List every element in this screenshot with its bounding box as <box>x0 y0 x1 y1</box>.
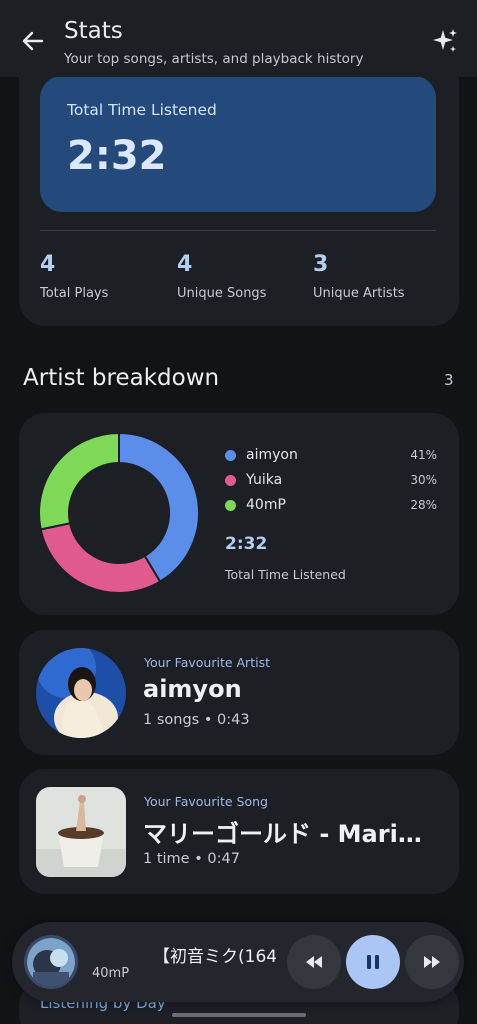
total-time-hero: Total Time Listened 2:32 <box>40 76 436 212</box>
app-bar: Stats Your top songs, artists, and playb… <box>0 0 477 77</box>
player-album-art <box>24 935 78 989</box>
total-time-label: Total Time Listened <box>67 101 217 119</box>
page-subtitle: Your top songs, artists, and playback hi… <box>64 51 364 67</box>
favourite-song-title: マリーゴールド - Marigold <box>143 820 435 848</box>
donut-slice-yuika <box>39 522 162 593</box>
favourite-artist-label: Your Favourite Artist <box>144 655 270 670</box>
favourite-song-label: Your Favourite Song <box>144 794 268 809</box>
page-title: Stats <box>64 18 123 44</box>
back-button[interactable] <box>18 26 48 56</box>
breakdown-total-label: Total Time Listened <box>225 567 346 582</box>
favourite-song-meta: 1 time • 0:47 <box>143 851 240 867</box>
fast-forward-icon <box>424 956 440 968</box>
breakdown-total-value: 2:32 <box>225 534 268 554</box>
artist-avatar <box>36 648 126 738</box>
favourite-song-card[interactable]: Your Favourite Song マリーゴールド - Marigold 1… <box>19 769 459 894</box>
mini-player[interactable]: 【初音ミク(1640 40mP <box>12 922 464 1002</box>
song-cover-art <box>36 787 126 877</box>
stat-label: Unique Artists <box>313 286 405 301</box>
home-indicator[interactable] <box>172 1013 306 1017</box>
legend-name: aimyon <box>246 447 298 463</box>
stat-total-plays: 4 Total Plays <box>40 252 108 301</box>
stat-value: 4 <box>40 252 56 277</box>
legend-percent: 30% <box>410 473 437 487</box>
player-track-title: 【初音ミク(1640 <box>153 947 276 967</box>
artist-count: 3 <box>444 371 454 389</box>
fast-forward-button[interactable] <box>405 935 459 989</box>
legend-percent: 41% <box>410 448 437 462</box>
pause-button[interactable] <box>346 935 400 989</box>
section-title-artist-breakdown: Artist breakdown <box>23 365 220 391</box>
donut-chart <box>39 433 199 593</box>
favourite-artist-meta: 1 songs • 0:43 <box>143 712 250 728</box>
stat-value: 4 <box>177 252 193 277</box>
stat-unique-artists: 3 Unique Artists <box>313 252 405 301</box>
sparkles-icon <box>433 29 457 52</box>
total-time-value: 2:32 <box>67 133 167 179</box>
legend-swatch <box>225 450 236 461</box>
legend-item: 40mP 28% <box>225 497 437 515</box>
arrow-left-icon <box>22 31 44 51</box>
favourite-artist-card[interactable]: Your Favourite Artist aimyon 1 songs • 0… <box>19 630 459 755</box>
ai-insights-button[interactable] <box>430 26 460 56</box>
rewind-button[interactable] <box>287 935 341 989</box>
legend-item: aimyon 41% <box>225 447 437 465</box>
summary-card: Total Time Listened 2:32 4 Total Plays 4… <box>19 40 459 326</box>
legend-name: 40mP <box>246 497 286 513</box>
rewind-icon <box>306 956 322 968</box>
player-track-artist: 40mP <box>92 966 130 981</box>
favourite-artist-name: aimyon <box>143 675 242 703</box>
artist-breakdown-card[interactable]: aimyon 41% Yuika 30% 40mP 28% 2:32 Total… <box>19 413 459 615</box>
stat-value: 3 <box>313 252 329 277</box>
stat-unique-songs: 4 Unique Songs <box>177 252 266 301</box>
donut-slice-40mp <box>39 433 120 531</box>
legend-percent: 28% <box>410 498 437 512</box>
stat-label: Total Plays <box>40 286 109 301</box>
divider <box>40 230 436 231</box>
legend-item: Yuika 30% <box>225 472 437 490</box>
legend-name: Yuika <box>246 472 283 488</box>
legend-swatch <box>225 500 236 511</box>
pause-icon <box>367 955 379 969</box>
legend-swatch <box>225 475 236 486</box>
donut-slice-aimyon <box>118 433 199 584</box>
stat-label: Unique Songs <box>177 286 267 301</box>
